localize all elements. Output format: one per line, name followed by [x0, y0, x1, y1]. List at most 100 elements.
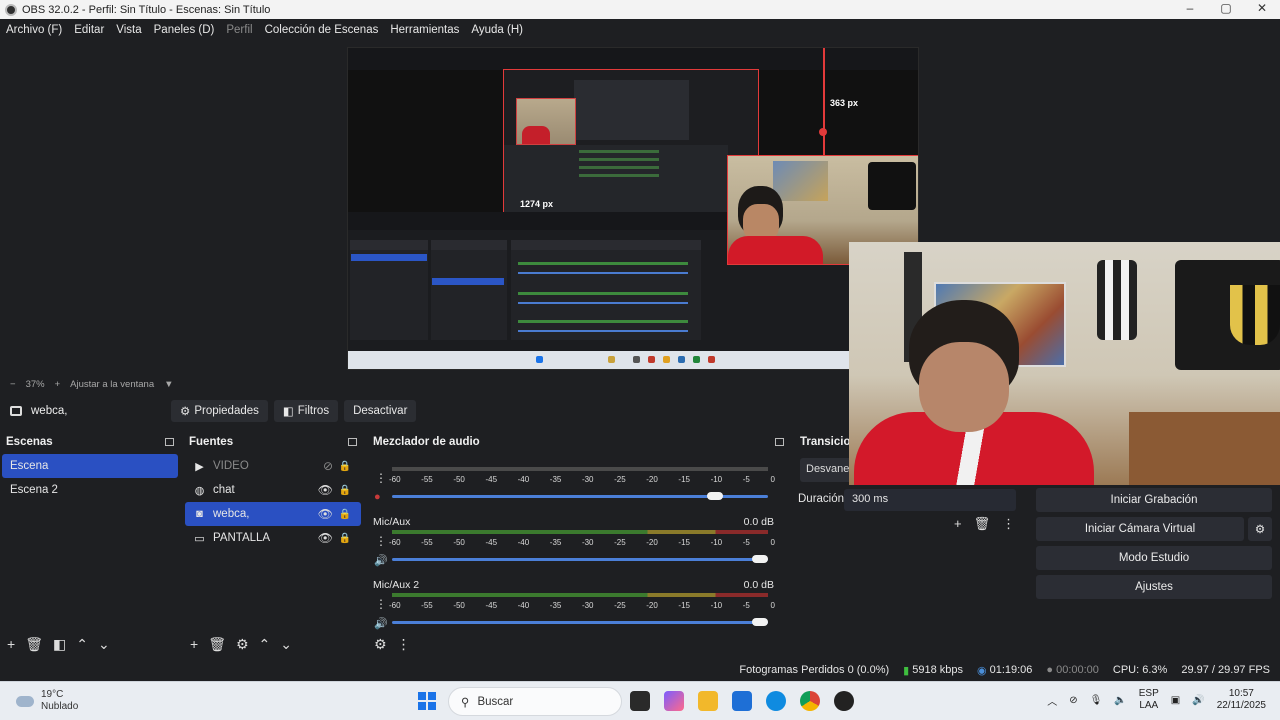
trash-icon[interactable]: 🗑 — [25, 636, 43, 653]
more-icon[interactable]: ⋮ — [375, 534, 387, 548]
audio-mixer-dock: Mezclador de audio ⋮ -60 -55 -50 -45 -40 -35-… — [367, 433, 790, 658]
chevron-up-icon[interactable]: ︿ — [1047, 693, 1057, 708]
source-item-webcam[interactable]: ◙ webca, 👁 🔒 — [185, 502, 361, 526]
move-down-icon[interactable]: ⌄ — [280, 636, 292, 653]
eye-icon[interactable]: 👁 — [318, 483, 333, 497]
filters-button[interactable]: ◧ Filtros — [273, 400, 339, 422]
lock-icon[interactable]: 🔒 — [339, 509, 351, 520]
copilot-icon[interactable] — [664, 691, 684, 711]
trash-icon[interactable]: 🗑 — [208, 636, 226, 653]
minimize-icon[interactable]: – — [1172, 0, 1208, 19]
edge-icon[interactable] — [766, 691, 786, 711]
more-icon[interactable]: ⋮ — [375, 471, 387, 485]
audio-settings-icon[interactable]: ⚙ — [374, 636, 387, 653]
menu-editar[interactable]: Editar — [68, 24, 110, 36]
source-item-pantalla[interactable]: ▭ PANTALLA 👁 🔒 — [185, 526, 361, 550]
source-label: webca, — [213, 508, 250, 520]
volume-icon[interactable]: 🔈 — [1114, 695, 1126, 706]
add-source-icon[interactable]: + — [190, 636, 198, 652]
clock[interactable]: 10:57 22/11/2025 — [1217, 688, 1266, 712]
network-off-icon[interactable]: ⊘ — [1069, 695, 1077, 706]
volume-knob[interactable] — [752, 555, 769, 563]
temperature: 19°C — [41, 689, 64, 700]
zoom-dropdown-icon[interactable]: ▼ — [164, 379, 173, 390]
eye-icon[interactable]: 👁 — [318, 531, 333, 545]
transform-handle[interactable] — [819, 128, 827, 136]
gear-icon[interactable]: ⚙ — [236, 636, 249, 653]
start-recording-button[interactable]: Iniciar Grabación — [1036, 488, 1272, 512]
maximize-icon[interactable]: ▢ — [1208, 0, 1244, 19]
obs-logo-icon — [5, 3, 17, 16]
deactivate-button[interactable]: Desactivar — [344, 400, 417, 422]
menu-vista[interactable]: Vista — [110, 24, 147, 36]
scene-item[interactable]: Escena — [2, 454, 178, 478]
fps: 29.97 / 29.97 FPS — [1181, 664, 1270, 676]
speaker-icon[interactable]: 🔊 — [374, 554, 388, 567]
volume-slider[interactable] — [392, 621, 768, 624]
move-up-icon[interactable]: ⌃ — [76, 636, 88, 653]
taskbar-search[interactable]: ⚲ Buscar — [448, 687, 622, 716]
lock-icon[interactable]: 🔒 — [339, 461, 351, 472]
zoom-out-button[interactable]: − — [10, 379, 16, 390]
monitor-icon: ▭ — [194, 532, 205, 545]
menu-archivo[interactable]: Archivo (F) — [0, 24, 68, 36]
menu-coleccion-escenas[interactable]: Colección de Escenas — [259, 24, 385, 36]
studio-mode-button[interactable]: Modo Estudio — [1036, 546, 1272, 570]
more-icon[interactable]: ⋮ — [397, 636, 411, 653]
windows-start-icon[interactable] — [418, 692, 436, 710]
camera-icon — [10, 406, 22, 416]
eye-hidden-icon[interactable]: ⊘ — [323, 459, 333, 473]
settings-button[interactable]: Ajustes — [1036, 575, 1272, 599]
popout-icon[interactable] — [775, 438, 784, 446]
add-scene-icon[interactable]: + — [7, 636, 15, 652]
popout-icon[interactable] — [348, 438, 357, 446]
transition-toolbar: + 🗑 ⋮ — [954, 516, 1015, 532]
record-icon: ● — [1046, 664, 1054, 676]
move-up-icon[interactable]: ⌃ — [259, 636, 271, 653]
speaker-icon[interactable]: 🔊 — [1192, 695, 1204, 706]
volume-slider[interactable] — [392, 558, 768, 561]
popout-icon[interactable] — [165, 438, 174, 446]
menu-paneles[interactable]: Paneles (D) — [148, 24, 221, 36]
more-icon[interactable]: ⋮ — [375, 597, 387, 611]
zoom-in-button[interactable]: + — [55, 379, 61, 390]
close-icon[interactable]: ✕ — [1244, 0, 1280, 19]
muted-speaker-icon[interactable]: ● — [374, 491, 381, 503]
add-icon[interactable]: + — [954, 516, 962, 532]
move-down-icon[interactable]: ⌄ — [98, 636, 110, 653]
virtual-cam-gear-icon[interactable]: ⚙ — [1248, 517, 1272, 541]
task-view-icon[interactable] — [630, 691, 650, 711]
volume-knob[interactable] — [707, 492, 724, 500]
start-virtual-cam-button[interactable]: Iniciar Cámara Virtual — [1036, 517, 1244, 541]
preview-canvas[interactable]: 363 px 1274 px 353 — [347, 47, 919, 370]
display-icon[interactable]: ▣ — [1171, 695, 1180, 706]
more-icon[interactable]: ⋮ — [1002, 516, 1015, 532]
chrome-icon[interactable] — [800, 691, 820, 711]
duration-input[interactable]: 300 ms — [844, 489, 1016, 511]
mixer-title: Mezclador de audio — [373, 436, 480, 448]
volume-knob[interactable] — [752, 618, 769, 626]
scene-item[interactable]: Escena 2 — [2, 478, 178, 502]
language-indicator[interactable]: ESP LAA — [1139, 688, 1159, 712]
menu-herramientas[interactable]: Herramientas — [384, 24, 465, 36]
obs-taskbar-icon[interactable] — [834, 691, 854, 711]
os-taskbar: 19°C Nublado ⚲ Buscar ︿ ⊘ 🎙 🔈 ESP LAA ▣ … — [0, 681, 1280, 720]
file-explorer-icon[interactable] — [698, 691, 718, 711]
speaker-icon[interactable]: 🔊 — [374, 617, 388, 630]
window-title: OBS 32.0.2 - Perfil: Sin Título - Escena… — [22, 3, 271, 16]
microphone-icon[interactable]: 🎙 — [1090, 695, 1103, 706]
source-item-video[interactable]: ▶ VIDEO ⊘ 🔒 — [185, 454, 361, 478]
source-label: PANTALLA — [213, 532, 271, 544]
lock-icon[interactable]: 🔒 — [339, 485, 351, 496]
preview-nested-menu — [348, 48, 918, 70]
eye-icon[interactable]: 👁 — [318, 507, 333, 521]
menu-ayuda[interactable]: Ayuda (H) — [465, 24, 529, 36]
properties-button[interactable]: ⚙ Propiedades — [171, 400, 268, 422]
source-item-chat[interactable]: ◍ chat 👁 🔒 — [185, 478, 361, 502]
lock-icon[interactable]: 🔒 — [339, 533, 351, 544]
trash-icon[interactable]: 🗑 — [974, 516, 991, 532]
weather-widget[interactable]: 19°C Nublado — [16, 689, 78, 713]
menu-perfil[interactable]: Perfil — [220, 24, 258, 36]
scene-filter-icon[interactable]: ◧ — [53, 636, 66, 653]
store-icon[interactable] — [732, 691, 752, 711]
